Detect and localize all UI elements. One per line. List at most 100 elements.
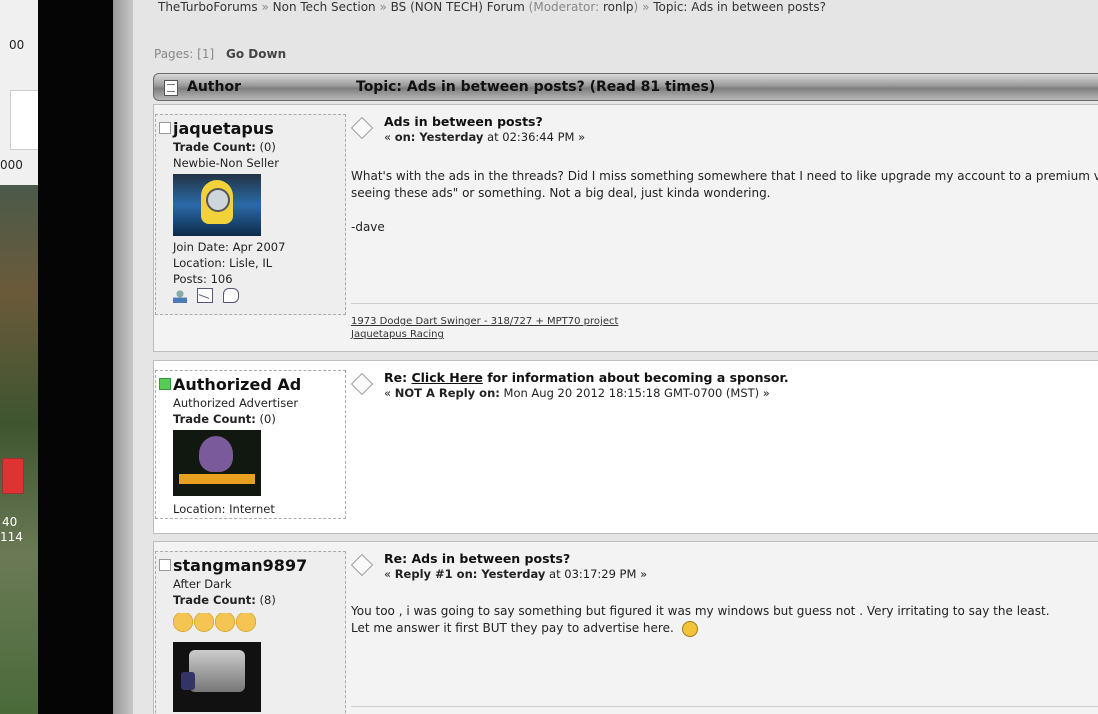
breadcrumb-link-section[interactable]: Non Tech Section <box>273 0 376 14</box>
profile-icon[interactable] <box>173 290 187 303</box>
rank-smiley-icon <box>173 613 193 635</box>
breadcrumb-separator: » <box>261 0 269 14</box>
grin-smiley-icon <box>681 620 698 637</box>
post: stangman9897 After Dark Trade Count: (8)… <box>153 541 1098 714</box>
trade-count: Trade Count: (0) <box>173 140 345 154</box>
breadcrumb-separator: » <box>642 0 650 14</box>
post-icon <box>350 553 374 577</box>
desktop-text-fragment: 000 <box>0 158 23 172</box>
post-meta: « on: Yesterday at 02:36:44 PM » <box>384 130 585 144</box>
post-body-text: Let me answer it first BUT they pay to a… <box>351 621 674 635</box>
poster-username[interactable]: stangman9897 <box>173 556 307 575</box>
location: Location: Lisle, IL <box>173 256 273 270</box>
trade-count-label: Trade Count: <box>173 140 256 154</box>
signature-link[interactable]: 1973 Dodge Dart Swinger - 318/727 + MPT7… <box>351 315 618 328</box>
signature-divider <box>351 303 1098 304</box>
breadcrumb-separator: » <box>379 0 387 14</box>
breadcrumb-link-forum[interactable]: BS (NON TECH) Forum <box>391 0 525 14</box>
moderator-link[interactable]: ronlp <box>603 0 634 14</box>
post-body: You too , i was going to say something b… <box>351 603 1050 637</box>
meta-time: Mon Aug 20 2012 18:15:18 GMT-0700 (MST) … <box>499 386 770 400</box>
avatar <box>173 430 261 496</box>
desktop-text-fragment: 40 <box>2 515 18 529</box>
app-icon[interactable] <box>2 458 24 494</box>
post-advertisement: Authorized Ad Authorized Advertiser Trad… <box>153 360 1098 534</box>
poster-username[interactable]: jaquetapus <box>173 119 274 138</box>
avatar <box>173 642 261 712</box>
poster-name: Authorized Ad <box>159 375 345 394</box>
post-body-line: You too , i was going to say something b… <box>351 604 1050 618</box>
post-subject[interactable]: Ads in between posts? <box>384 114 543 129</box>
signature-link[interactable]: Jaquetapus Racing <box>351 328 618 341</box>
poster-username[interactable]: Authorized Ad <box>173 375 301 394</box>
poster-name: stangman9897 <box>159 556 345 575</box>
poster-info: jaquetapus Trade Count: (0) Newbie-Non S… <box>155 114 346 315</box>
trade-count-value: (8) <box>255 593 276 607</box>
subject-rest: for information about becoming a sponsor… <box>482 370 789 385</box>
online-status-icon <box>159 378 171 390</box>
rank-stars <box>173 609 345 638</box>
post-body-line: -dave <box>351 220 385 234</box>
member-group: Authorized Advertiser <box>173 396 299 410</box>
signature-divider <box>351 706 1098 707</box>
meta-label: NOT A Reply on: <box>394 386 500 400</box>
post-body: What's with the ads in the threads? Did … <box>351 168 1098 236</box>
window-border-gradient <box>113 0 133 714</box>
meta-prefix: « <box>384 386 395 400</box>
trade-count: Trade Count: (8) <box>173 593 345 607</box>
personal-message-icon[interactable] <box>223 288 240 303</box>
post-meta: « Reply #1 on: Yesterday at 03:17:29 PM … <box>384 567 647 581</box>
avatar <box>173 174 261 236</box>
breadcrumb-moderator-suffix: ) <box>633 0 639 14</box>
member-group: After Dark <box>173 577 232 591</box>
signature: 1973 Dodge Dart Swinger - 318/727 + MPT7… <box>351 315 618 341</box>
poster-actions <box>173 288 345 304</box>
offline-status-icon <box>159 122 171 134</box>
breadcrumb-link-home[interactable]: TheTurboForums <box>158 0 258 14</box>
post-body-line: What's with the ads in the threads? Did … <box>351 169 1098 183</box>
post-body-line <box>351 202 1098 219</box>
offline-status-icon <box>159 559 171 571</box>
go-down-link[interactable]: Go Down <box>226 47 286 61</box>
topic-header-bar: Author Topic: Ads in between posts? (Rea… <box>153 73 1098 101</box>
trade-count-label: Trade Count: <box>173 412 256 426</box>
breadcrumb: TheTurboForums » Non Tech Section » BS (… <box>158 0 826 14</box>
member-group: Newbie-Non Seller <box>173 156 279 170</box>
click-here-link[interactable]: Click Here <box>411 370 482 385</box>
rank-smiley-icon <box>236 613 256 635</box>
post-subject: Re: Click Here for information about bec… <box>384 370 789 385</box>
forum-page: TheTurboForums » Non Tech Section » BS (… <box>133 0 1098 714</box>
post-body-line: Let me answer it first BUT they pay to a… <box>351 620 1050 637</box>
meta-time: at 03:17:29 PM » <box>545 567 648 581</box>
poster-name: jaquetapus <box>159 119 345 138</box>
author-column-label: Author <box>187 79 241 95</box>
meta-prefix: « <box>384 130 395 144</box>
mountain-wallpaper <box>0 185 38 714</box>
background-window <box>10 90 38 150</box>
meta-label: Reply #1 on: Yesterday <box>394 567 546 581</box>
desktop-text-fragment: 00 <box>9 38 25 52</box>
breadcrumb-topic[interactable]: Topic: Ads in between posts? <box>653 0 826 14</box>
poster-info: Authorized Ad Authorized Advertiser Trad… <box>155 370 346 519</box>
trade-count-label: Trade Count: <box>173 593 256 607</box>
post-subject[interactable]: Re: Ads in between posts? <box>384 551 570 566</box>
topic-title: Topic: Ads in between posts? (Read 81 ti… <box>356 79 716 95</box>
breadcrumb-moderator-prefix: (Moderator: <box>528 0 603 14</box>
pages-label[interactable]: Pages: [1] <box>154 47 214 61</box>
trade-count-value: (0) <box>255 412 276 426</box>
join-date: Join Date: Apr 2007 <box>173 240 286 254</box>
post-icon <box>350 372 374 396</box>
meta-prefix: « <box>384 567 395 581</box>
post-body-line: seeing these ads" or something. Not a bi… <box>351 186 771 200</box>
pagination: Pages: [1] Go Down <box>154 47 286 61</box>
post-count: Posts: 106 <box>173 272 233 286</box>
trade-count: Trade Count: (0) <box>173 412 345 426</box>
location: Location: Internet <box>173 502 275 516</box>
post-icon <box>350 116 374 140</box>
meta-time: at 02:36:44 PM » <box>483 130 586 144</box>
meta-label: on: Yesterday <box>394 130 484 144</box>
rank-smiley-icon <box>194 613 214 635</box>
rank-smiley-icon <box>215 613 235 635</box>
email-icon[interactable] <box>197 288 214 303</box>
trade-count-value: (0) <box>255 140 276 154</box>
